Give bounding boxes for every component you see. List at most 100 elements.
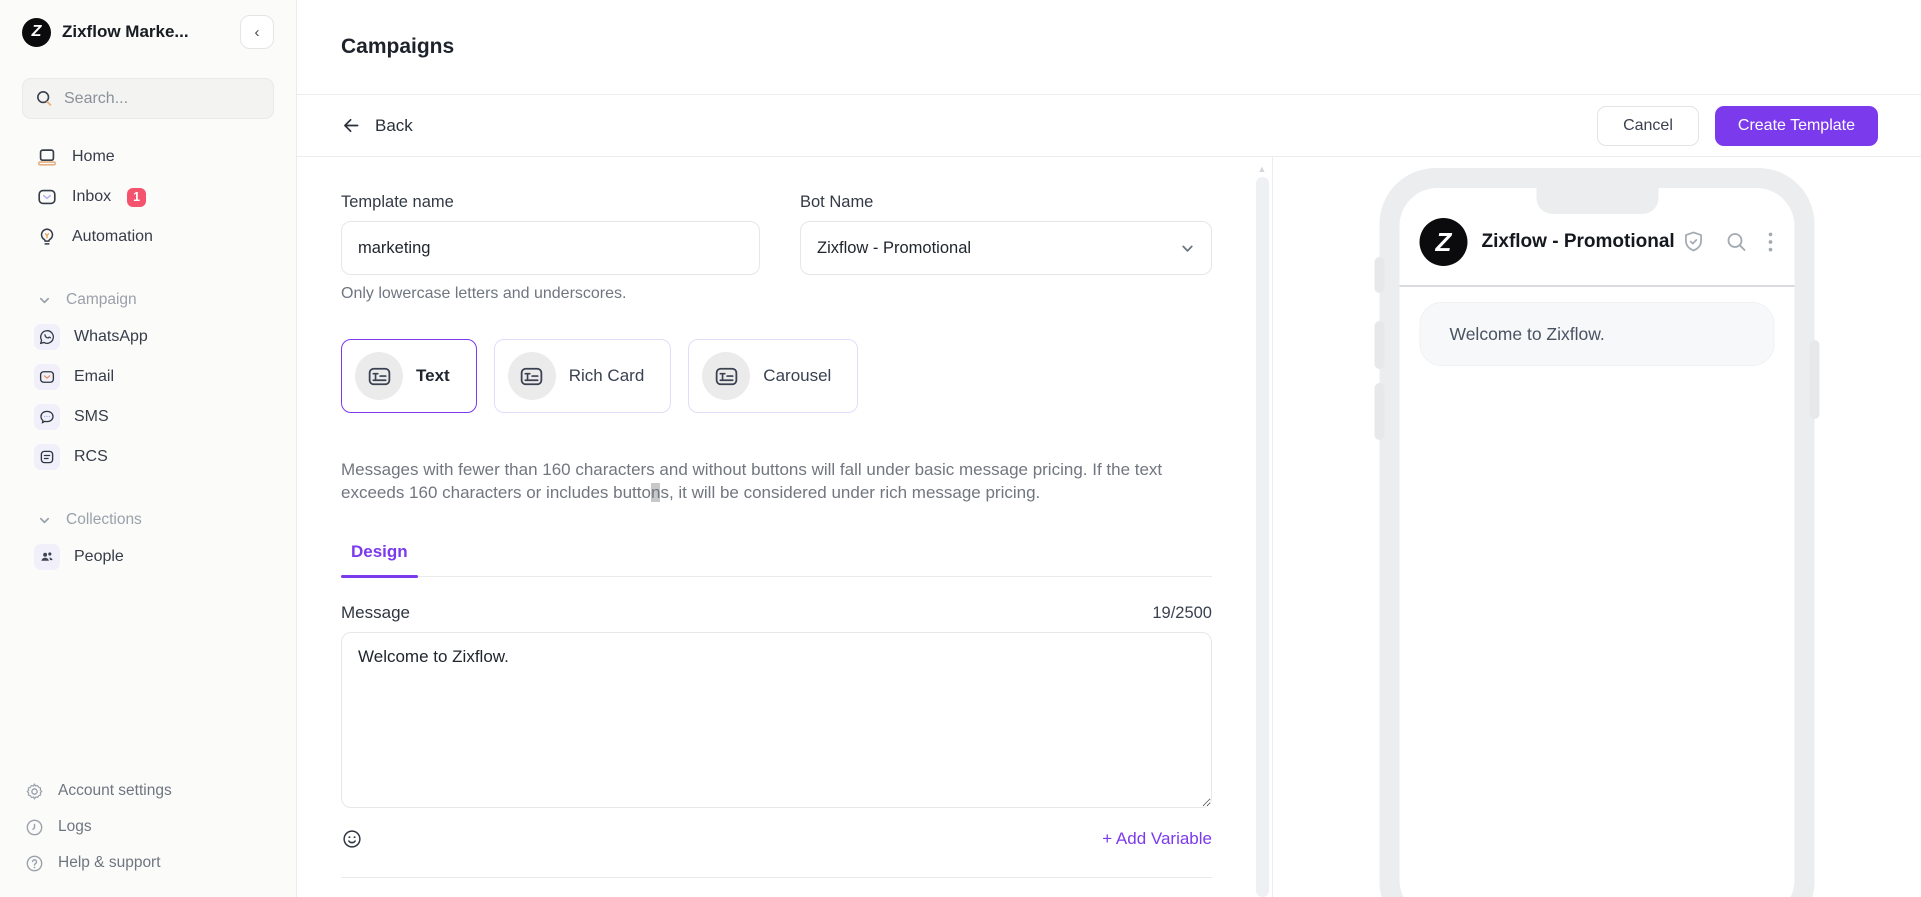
message-char-counter: 19/2500 (1152, 604, 1212, 623)
bot-avatar: Z (1420, 218, 1468, 266)
chevron-left-icon: ‹ (255, 24, 260, 41)
collapse-sidebar-button[interactable]: ‹ (240, 15, 274, 49)
scroll-up-arrow[interactable]: ▲ (1258, 163, 1267, 175)
section-collections[interactable]: Collections (22, 503, 274, 537)
scrollbar-thumb[interactable] (1256, 177, 1269, 897)
rich-card-icon (508, 352, 556, 400)
inbox-icon (36, 186, 58, 208)
kebab-menu-icon[interactable] (1767, 229, 1775, 255)
type-card-label: Text (416, 366, 450, 386)
inbox-badge: 1 (127, 188, 146, 207)
vertical-scrollbar[interactable]: ▲ (1255, 163, 1269, 897)
sidebar-item-automation[interactable]: Automation (22, 217, 274, 257)
sidebar-item-sms[interactable]: SMS (22, 397, 274, 437)
email-icon (34, 364, 60, 390)
add-variable-link[interactable]: + Add Variable (1102, 829, 1212, 849)
back-arrow-icon (341, 115, 362, 136)
main-area: Campaigns Back Cancel Create Template (297, 0, 1921, 897)
pricing-note-text: s, it will be considered under rich mess… (660, 483, 1040, 502)
content-row: Template name Bot Name Zixflow - Promoti… (297, 157, 1921, 897)
top-header: Campaigns (297, 0, 1921, 95)
tab-design[interactable]: Design (341, 542, 418, 576)
workspace-row: Z Zixflow Marke... ‹ (22, 0, 274, 64)
emoji-picker-button[interactable] (341, 828, 363, 850)
gear-icon (24, 781, 45, 802)
preview-message-bubble: Welcome to Zixflow. (1420, 302, 1775, 366)
logs-icon (24, 817, 45, 838)
type-card-text[interactable]: Text (341, 339, 477, 413)
sidebar-item-label: SMS (74, 408, 109, 426)
sidebar-item-logs[interactable]: Logs (22, 809, 274, 845)
help-icon (24, 853, 45, 874)
sidebar-item-inbox[interactable]: Inbox 1 (22, 177, 274, 217)
template-name-input[interactable] (341, 221, 760, 275)
bot-name-title: Zixflow - Promotional (1482, 231, 1681, 253)
sidebar-item-account-settings[interactable]: Account settings (22, 773, 274, 809)
sidebar-item-label: RCS (74, 448, 108, 466)
sidebar-item-label: Automation (72, 228, 153, 246)
verified-shield-icon (1681, 229, 1707, 255)
phone-volume-up-button (1375, 321, 1385, 369)
pricing-note: Messages with fewer than 160 characters … (341, 459, 1207, 504)
bot-name-value: Zixflow - Promotional (817, 239, 971, 258)
create-template-button[interactable]: Create Template (1715, 106, 1878, 146)
footer-item-label: Help & support (58, 854, 161, 872)
phone-screen: Z Zixflow - Promotional (1400, 188, 1795, 897)
phone-power-button (1810, 340, 1820, 419)
template-name-field-group: Template name (341, 193, 760, 275)
message-textarea[interactable]: Welcome to Zixflow. (341, 632, 1212, 808)
back-label: Back (375, 116, 413, 136)
phone-notch (1536, 188, 1658, 214)
type-card-rich-card[interactable]: Rich Card (494, 339, 672, 413)
section-divider (341, 877, 1212, 878)
page-title: Campaigns (341, 35, 454, 59)
sidebar: Z Zixflow Marke... ‹ Search... (0, 0, 297, 897)
sidebar-item-label: People (74, 548, 124, 566)
bot-name-label: Bot Name (800, 193, 1212, 212)
search-icon (35, 89, 54, 108)
whatsapp-icon (34, 324, 60, 350)
bot-name-field-group: Bot Name Zixflow - Promotional (800, 193, 1212, 275)
footer-item-label: Logs (58, 818, 92, 836)
template-form: Template name Bot Name Zixflow - Promoti… (297, 157, 1273, 897)
sub-header: Back Cancel Create Template (297, 95, 1921, 157)
zixflow-logo-icon: Z (22, 18, 51, 47)
chat-header-divider (1400, 285, 1795, 287)
type-card-carousel[interactable]: Carousel (688, 339, 858, 413)
bulb-icon (36, 226, 58, 248)
sms-icon (34, 404, 60, 430)
chevron-down-icon (38, 514, 51, 527)
template-type-options: Text Rich Card (341, 339, 1212, 413)
sidebar-item-home[interactable]: Home (22, 137, 274, 177)
message-label: Message (341, 603, 410, 623)
sidebar-item-people[interactable]: People (22, 537, 274, 577)
carousel-card-icon (702, 352, 750, 400)
laptop-icon (36, 146, 58, 168)
search-placeholder: Search... (64, 90, 128, 108)
search-icon[interactable] (1724, 229, 1750, 255)
sidebar-item-label: Email (74, 368, 114, 386)
section-campaign[interactable]: Campaign (22, 283, 274, 317)
search-input[interactable]: Search... (22, 78, 274, 119)
phone-volume-down-button (1375, 383, 1385, 440)
sidebar-item-email[interactable]: Email (22, 357, 274, 397)
chevron-down-icon (1180, 241, 1195, 256)
app-root: Z Zixflow Marke... ‹ Search... (0, 0, 1921, 897)
cancel-button[interactable]: Cancel (1597, 106, 1699, 146)
preview-panel: Z Zixflow - Promotional (1273, 157, 1921, 897)
template-name-helper: Only lowercase letters and underscores. (341, 285, 1212, 303)
people-icon (34, 544, 60, 570)
sidebar-item-label: WhatsApp (74, 328, 148, 346)
text-card-icon (355, 352, 403, 400)
back-button[interactable]: Back (341, 115, 413, 136)
sidebar-item-help-support[interactable]: Help & support (22, 845, 274, 881)
sidebar-item-rcs[interactable]: RCS (22, 437, 274, 477)
section-label: Collections (66, 511, 142, 529)
template-name-label: Template name (341, 193, 760, 212)
bot-name-select[interactable]: Zixflow - Promotional (800, 221, 1212, 275)
sidebar-nav: Home Inbox 1 (22, 137, 274, 577)
section-label: Campaign (66, 291, 137, 309)
header-actions: Cancel Create Template (1597, 106, 1878, 146)
type-card-label: Rich Card (569, 366, 645, 386)
sidebar-item-whatsapp[interactable]: WhatsApp (22, 317, 274, 357)
